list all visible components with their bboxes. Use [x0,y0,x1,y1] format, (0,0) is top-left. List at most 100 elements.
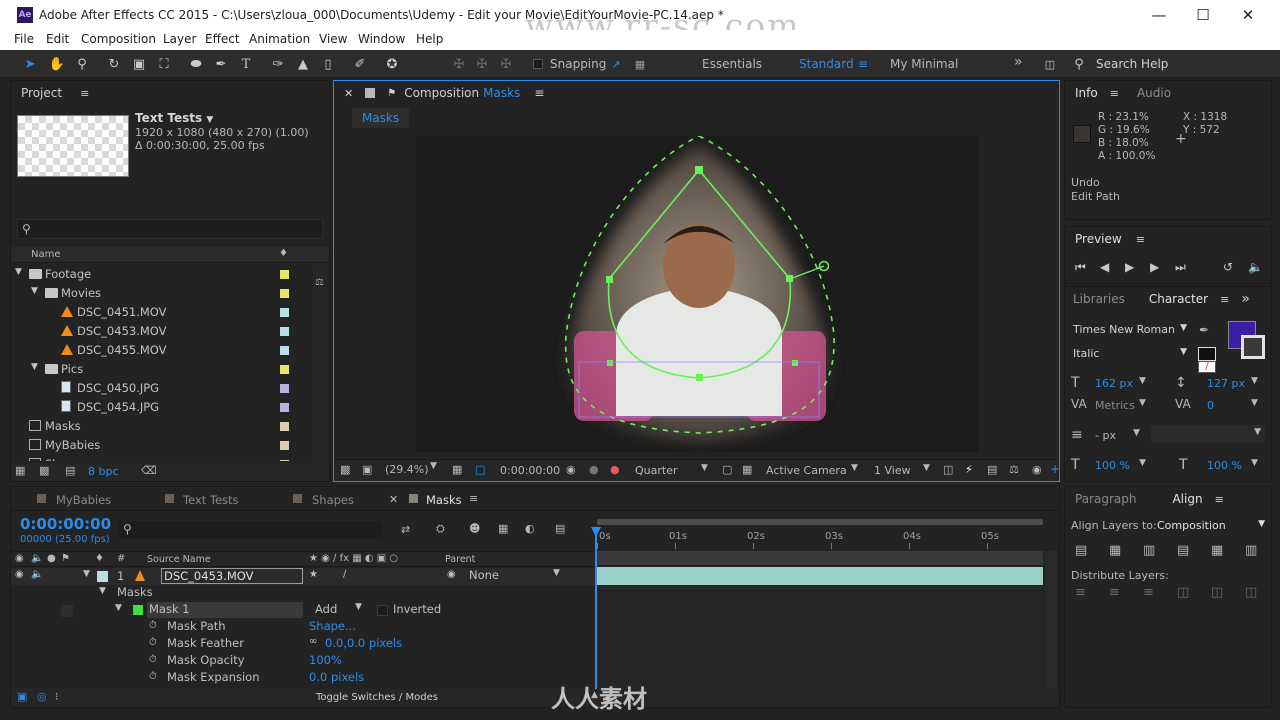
pen-tool-icon[interactable]: ✒ [211,54,231,74]
label-color-swatch[interactable] [280,384,289,393]
align-vertical-center-icon[interactable]: ▦ [1211,543,1223,558]
timeline-timecode[interactable]: 0:00:00:00 [20,515,111,533]
label-color-swatch[interactable] [280,422,289,431]
type-tool-icon[interactable]: T [236,54,256,74]
mask-vertex[interactable] [696,374,703,381]
align-bottom-icon[interactable]: ▥ [1245,543,1257,558]
menu-edit[interactable]: Edit [46,32,69,46]
font-family-select[interactable]: Times New Roman ▼ [1073,323,1187,339]
expand-layer-icon[interactable]: ▼ [83,569,90,579]
tab-libraries[interactable]: Libraries [1065,292,1133,306]
parent-select[interactable]: None [469,568,499,582]
interpret-footage-icon[interactable]: ▦ [15,464,25,477]
fast-previews-icon[interactable]: ⚡ [965,463,973,476]
rotate-tool-icon[interactable]: ↻ [104,54,124,74]
close-panel-icon[interactable]: ✕ [344,87,353,100]
frame-blending-icon[interactable]: ▦ [498,522,508,535]
project-title[interactable]: Project [21,86,62,100]
close-button[interactable]: ✕ [1233,4,1263,26]
resolution-dropdown-icon[interactable]: ▼ [701,463,708,473]
project-item[interactable]: MyBabies [11,436,311,455]
search-help[interactable]: Search Help [1096,57,1168,71]
item-name-row[interactable]: Text Tests ▼ [135,111,213,125]
label-color-swatch[interactable] [280,365,289,374]
workspace-menu-icon[interactable]: ≡ [858,57,868,71]
project-item[interactable]: Masks [11,417,311,436]
comp-viewer[interactable] [416,135,978,452]
comp-mini-flowchart-icon[interactable]: ⇄ [401,523,410,536]
workspace-essentials[interactable]: Essentials [702,57,762,71]
tab-paragraph[interactable]: Paragraph [1075,492,1136,506]
zoom-tool-icon[interactable]: ⚲ [72,54,92,74]
mask-visibility-icon[interactable]: □ [475,463,485,476]
show-snapshot-icon[interactable]: ● [589,463,599,476]
view-layout-select[interactable]: 1 View [874,464,911,477]
panel-menu-icon[interactable]: ≡ [1110,87,1119,100]
mask-row[interactable]: ▼ Mask 1 Add ▼ Inverted [11,602,596,619]
hide-shy-layers-icon[interactable]: ☻ [469,522,480,535]
stroke-color-swatch[interactable] [1241,335,1265,359]
align-to-select[interactable]: Composition ▼ [1157,519,1265,532]
expand-arrow-icon[interactable]: ▼ [31,362,38,372]
hand-tool-icon[interactable]: ✋ [47,54,67,74]
pickwhip-icon[interactable]: ◉ [447,569,456,580]
shy-switch-icon[interactable]: ★ [309,569,318,580]
label-color-swatch[interactable] [280,270,289,279]
stopwatch-icon[interactable]: ⏱ [149,620,157,631]
comp-timecode[interactable]: 0:00:00:00 [500,464,560,477]
video-visibility-icon[interactable]: ◉ [15,569,24,580]
snap-edges-icon[interactable]: ↗ [606,54,626,74]
parent-dropdown-icon[interactable]: ▼ [553,568,560,578]
distribute-left-icon[interactable]: ◫ [1177,585,1189,600]
minimize-button[interactable]: — [1144,4,1174,26]
time-ruler[interactable]: 0s 01s 02s 03s 04s 05s [597,515,1043,549]
view-axis-icon[interactable]: ✠ [496,54,516,74]
close-tab-icon[interactable]: ✕ [389,493,398,506]
view-dropdown-icon[interactable]: ▼ [923,463,930,473]
source-name-column[interactable]: Source Name [147,554,211,565]
distribute-bottom-icon[interactable]: ≡ [1143,585,1154,600]
align-left-icon[interactable]: ▤ [1075,543,1087,558]
work-area-bar[interactable] [597,519,1043,525]
tab-shapes[interactable]: Shapes [312,493,354,507]
new-folder-icon[interactable]: ▩ [39,464,49,477]
horizontal-scale-value[interactable]: 100 % [1207,459,1242,472]
tab-masks[interactable]: Masks [426,493,462,507]
kerning-value[interactable]: Metrics [1095,399,1135,412]
menu-help[interactable]: Help [416,32,443,46]
mask-vertex[interactable] [792,360,798,366]
flowchart-icon[interactable]: ⚖ [1009,463,1019,476]
local-axis-icon[interactable]: ✠ [449,54,469,74]
workspace-standard[interactable]: Standard [799,57,854,71]
label-color-swatch[interactable] [280,441,289,450]
audio-toggle-icon[interactable]: 🔈 [31,569,43,580]
mask-vertex[interactable] [695,166,703,174]
leading-value[interactable]: 127 px [1207,377,1245,390]
flowchart-icon[interactable]: ⚖ [315,277,325,289]
region-of-interest-icon[interactable]: ▢ [722,463,732,476]
timeline-scrollbar[interactable] [1045,551,1057,693]
layer-duration-bar[interactable] [597,567,1043,585]
menu-composition[interactable]: Composition [81,32,156,46]
timeline-icon[interactable]: ▤ [987,463,997,476]
mask-lock-box[interactable] [61,605,73,617]
roto-brush-tool-icon[interactable]: ✐ [350,54,370,74]
loop-icon[interactable]: ↺ [1223,260,1233,274]
font-size-dropdown-icon[interactable]: ▼ [1139,376,1146,386]
mask-vertex[interactable] [786,275,793,282]
in-out-toggle-icon[interactable]: ⁝ [55,690,59,703]
tab-audio[interactable]: Audio [1137,86,1171,100]
resolution-select[interactable]: Quarter [635,464,678,477]
eyedropper-icon[interactable]: ✒ [1199,323,1209,337]
mask-property-row[interactable]: ⏱ Mask Feather ∞ 0.0,0.0 pixels [11,636,596,653]
font-dropdown-icon[interactable]: ▼ [1180,323,1187,333]
quality-switch-icon[interactable]: ∕ [343,569,346,580]
label-color-swatch[interactable] [280,403,289,412]
menu-view[interactable]: View [319,32,347,46]
font-style-select[interactable]: Italic ▼ [1073,347,1187,363]
style-dropdown-icon[interactable]: ▼ [1180,347,1187,357]
distribute-top-icon[interactable]: ≡ [1075,585,1086,600]
expand-arrow-icon[interactable]: ▼ [31,286,38,296]
tab-mybabies[interactable]: MyBabies [56,493,111,507]
mute-audio-icon[interactable]: 🔈 [1248,260,1263,274]
